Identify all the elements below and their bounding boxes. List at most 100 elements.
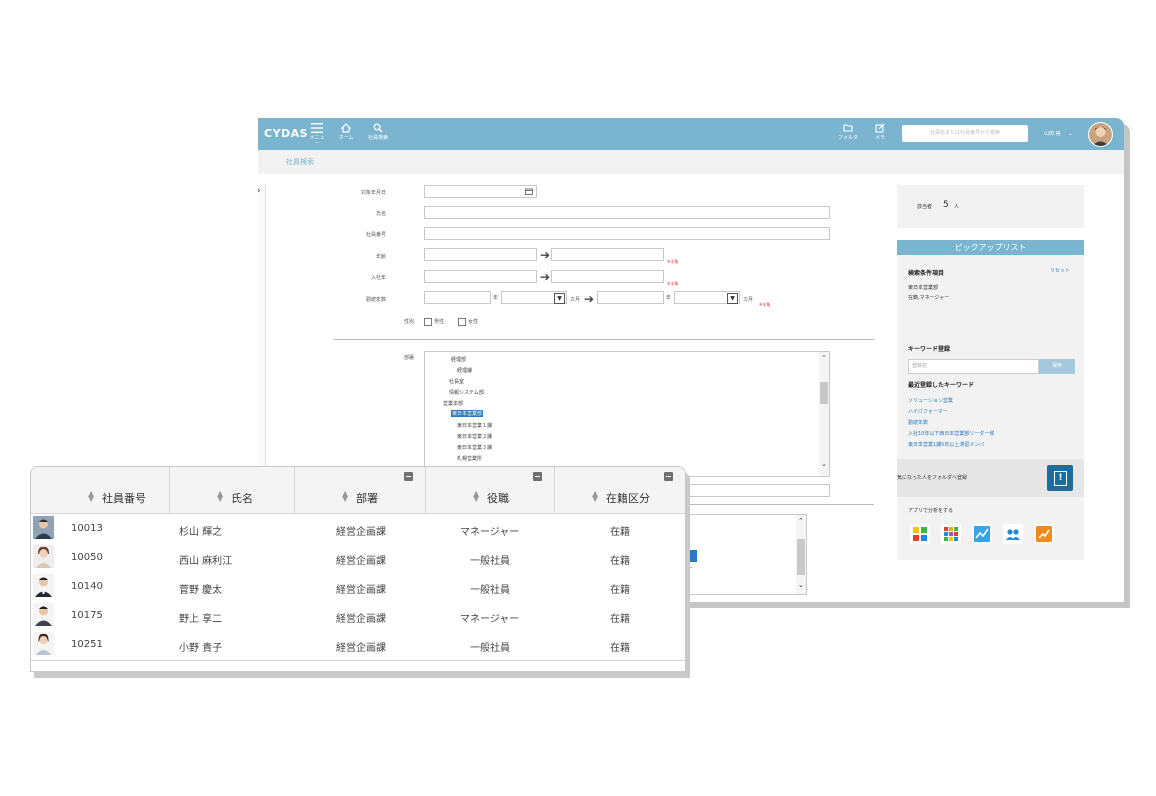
table-row[interactable]: 10013 杉山 輝之 経営企画課 マネージャー 在籍 <box>31 514 685 543</box>
column-label: 部署 <box>356 492 378 505</box>
unit-year: 年 <box>666 295 672 301</box>
alert-icon: ! <box>1054 471 1067 486</box>
recent-keyword[interactable]: 東日本営業1課5年以上滞留メンバ <box>908 441 984 448</box>
recent-keyword[interactable]: 勤続年数 <box>908 419 928 426</box>
side-toggle[interactable]: › <box>257 184 266 469</box>
table-row[interactable]: 10050 西山 麻利江 経営企画課 一般社員 在籍 <box>31 543 685 572</box>
tree-item[interactable]: 東日本営業３課 <box>457 444 492 451</box>
employee-status: 在籍 <box>610 527 630 538</box>
divider <box>334 339 874 340</box>
user-avatar[interactable] <box>1088 122 1113 147</box>
tenure-to-years-input[interactable] <box>597 291 664 304</box>
recent-keyword[interactable]: 入社10年以下西日本営業部リーダー候 <box>908 430 994 437</box>
employee-number: 10251 <box>71 639 103 650</box>
employee-photo <box>33 545 54 568</box>
save-keyword-button[interactable]: 保存 <box>1039 359 1075 374</box>
gender-female-checkbox[interactable] <box>458 318 466 326</box>
growth-app-icon[interactable] <box>1034 524 1054 544</box>
user-menu[interactable]: 山田 裕 ⌄ <box>1044 130 1072 137</box>
employee-status: 在籍 <box>610 556 630 567</box>
number-input[interactable] <box>424 227 830 240</box>
collapse-icon[interactable] <box>664 472 673 481</box>
employee-dept: 経営企画課 <box>336 614 386 625</box>
conditions-title: 検索条件項目 <box>908 270 945 277</box>
employee-photo <box>33 632 54 655</box>
table-header: ▲ ▼ 社員番号 ▲ ▼ 氏名 ▲ ▼ 部署 ▲ ▼ 役職 ▲ ▼ 在籍区分 <box>31 467 685 514</box>
breadcrumb[interactable]: 社員検索 <box>286 157 314 167</box>
people-app-icon[interactable] <box>1003 524 1023 544</box>
tree-item[interactable]: 情報システム部 <box>449 389 484 396</box>
recent-keyword[interactable]: ソリューション営業 <box>908 397 953 404</box>
tree-item[interactable]: 経理課 <box>457 367 472 374</box>
date-input[interactable] <box>424 185 537 198</box>
trend-app-icon[interactable] <box>972 524 992 544</box>
tree-item[interactable]: 札幌営業所 <box>457 455 482 462</box>
collapse-icon[interactable] <box>404 472 413 481</box>
gender-label: 性別 <box>403 319 414 325</box>
column-header-name[interactable]: ▲ ▼ 氏名 <box>170 467 295 513</box>
column-label: 役職 <box>487 492 509 505</box>
employee-name[interactable]: 菅野 慶太 <box>179 581 222 596</box>
home-button[interactable]: ホーム <box>338 123 354 141</box>
employee-number: 10175 <box>71 610 103 621</box>
name-input[interactable] <box>424 206 830 219</box>
tree-item[interactable]: 東日本営業１課 <box>457 422 492 429</box>
employee-search-button[interactable]: 社員検索 <box>366 123 390 141</box>
join-year-from-input[interactable] <box>424 270 537 283</box>
column-header-dept[interactable]: ▲ ▼ 部署 <box>295 467 426 513</box>
employee-dept: 経営企画課 <box>336 643 386 654</box>
employee-photo <box>33 603 54 626</box>
search-icon <box>373 123 383 133</box>
top-bar: CYDAS メニュー ホーム 社員検索 フォルダ メモ 社員名または社員番号から… <box>258 118 1124 150</box>
memo-button[interactable]: メモ <box>872 123 888 141</box>
sort-icon: ▲ ▼ <box>342 489 349 503</box>
recent-keyword[interactable]: ハイパフォーマー <box>908 408 948 415</box>
mosaic-app-icon[interactable] <box>941 524 961 544</box>
age-from-input[interactable] <box>424 248 537 261</box>
employee-name[interactable]: 西山 麻利江 <box>179 552 232 567</box>
employee-status: 在籍 <box>610 585 630 596</box>
collapse-icon[interactable] <box>533 472 542 481</box>
tree-item[interactable]: 営業本部 <box>443 400 463 407</box>
employee-name[interactable]: 杉山 輝之 <box>179 523 222 538</box>
tree-item[interactable]: 経理部 <box>451 356 466 363</box>
tenure-from-years-input[interactable] <box>424 291 491 304</box>
column-header-number[interactable]: ▲ ▼ 社員番号 <box>31 467 170 513</box>
scroll-thumb[interactable] <box>797 539 805 575</box>
user-name: 山田 裕 <box>1044 131 1061 137</box>
unit-month: カ月 <box>570 297 581 303</box>
chevron-down-icon: ▼ <box>554 293 565 304</box>
top-search-input[interactable]: 社員名または社員番号から検索 <box>902 125 1028 142</box>
table-row[interactable]: 10175 野上 享二 経営企画課 マネージャー 在籍 <box>31 601 685 630</box>
keyword-input[interactable]: 登録名 <box>908 359 1039 374</box>
reset-link[interactable]: リセット <box>1050 267 1070 274</box>
half-width-note: ※半角 <box>667 281 679 286</box>
folder-button[interactable]: フォルダ <box>836 123 860 141</box>
employee-name[interactable]: 野上 享二 <box>179 610 222 625</box>
tree-item-selected[interactable]: 東日本営業部 <box>451 410 484 417</box>
age-to-input[interactable] <box>551 248 664 261</box>
scroll-thumb[interactable] <box>820 382 828 404</box>
tree-item[interactable]: 社長室 <box>449 378 464 385</box>
tree-item[interactable]: 東日本営業２課 <box>457 433 492 440</box>
folder-register-button[interactable]: ! <box>1047 465 1073 491</box>
grid-app-icon[interactable] <box>910 524 930 544</box>
app-logo[interactable]: CYDAS <box>264 127 308 140</box>
dept-tree[interactable]: 経理部 経理課 社長室 情報システム部 営業本部 東日本営業部 東日本営業１課 … <box>424 351 830 477</box>
join-year-to-input[interactable] <box>551 270 664 283</box>
menu-button[interactable]: メニュー <box>308 123 326 147</box>
tenure-to-month-select[interactable]: ▼ <box>674 291 740 304</box>
column-header-status[interactable]: ▲ ▼ 在籍区分 <box>555 467 685 513</box>
table-row[interactable]: 10251 小野 貴子 経営企画課 一般社員 在籍 <box>31 630 685 659</box>
employee-title: マネージャー <box>460 527 520 538</box>
gender-male-checkbox[interactable] <box>424 318 432 326</box>
column-label: 氏名 <box>231 492 253 505</box>
list-scrollbar[interactable]: ⌃ ⌄ <box>796 515 806 594</box>
employee-name[interactable]: 小野 貴子 <box>179 639 222 654</box>
name-label: 氏名 <box>375 211 386 217</box>
table-row[interactable]: 10140 菅野 慶太 経営企画課 一般社員 在籍 <box>31 572 685 601</box>
column-header-title[interactable]: ▲ ▼ 役職 <box>426 467 555 513</box>
tenure-from-month-select[interactable]: ▼ <box>501 291 567 304</box>
chevron-down-icon: ▼ <box>727 293 738 304</box>
tree-scrollbar[interactable]: ⌃ ⌄ <box>819 352 829 476</box>
